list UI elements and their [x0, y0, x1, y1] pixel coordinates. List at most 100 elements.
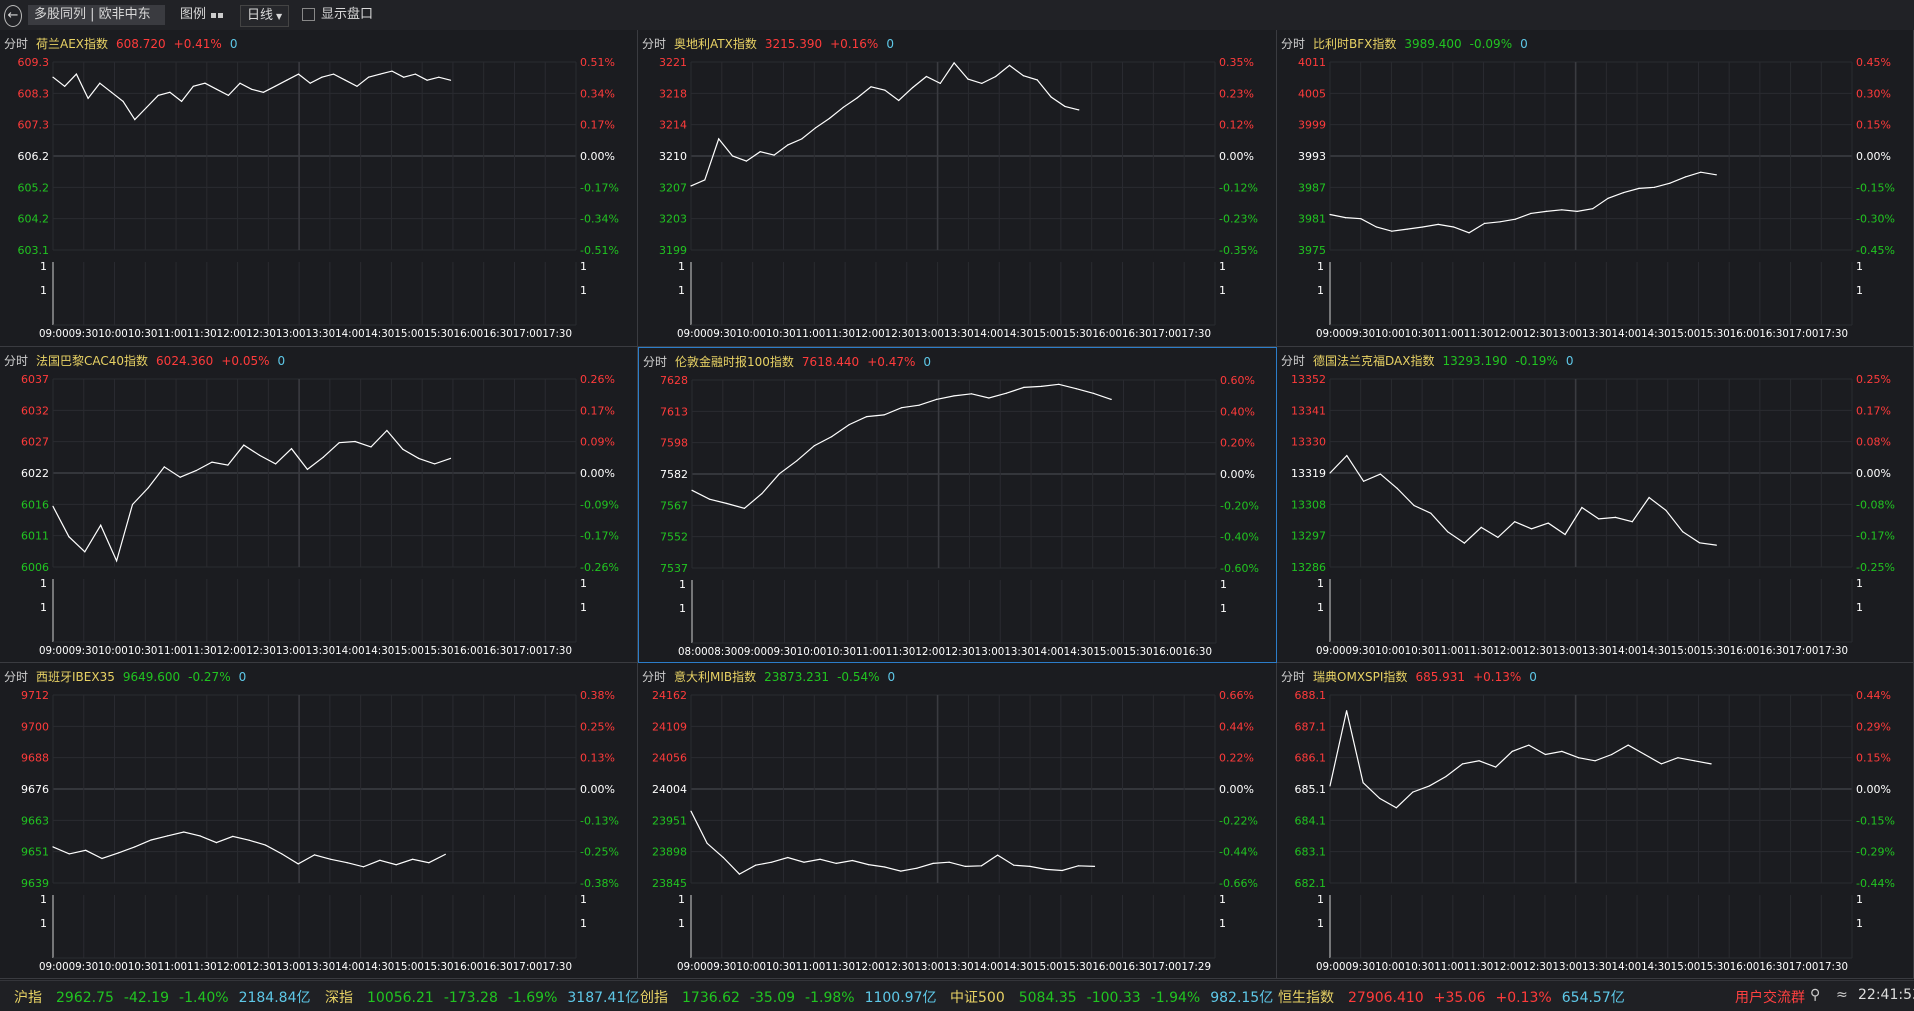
price-point — [1022, 75, 1024, 77]
y-tick-right: 0.34% — [580, 87, 615, 100]
price-point — [1461, 763, 1464, 765]
price-point — [1344, 217, 1347, 219]
y-tick-right: -0.38% — [580, 877, 619, 890]
vol-tick-left: 1 — [1317, 917, 1324, 930]
show-panel-checkbox[interactable]: 显示盘口 — [302, 5, 373, 25]
price-point — [227, 464, 229, 466]
y-tick-left: 3987 — [1298, 181, 1326, 194]
chart-panel[interactable]: 分时 德国法兰克福DAX指数 13293.190 -0.19% 0 13352 13341 1… — [1277, 347, 1914, 663]
chart-grid: 分时 荷兰AEX指数 608.720 +0.41% 0 609.3 608.3 607.3 60… — [0, 30, 1914, 979]
status-index-item[interactable]: 沪指 2962.75 -42.19 -1.40% 2184.84亿 — [14, 987, 320, 1007]
price-point — [691, 489, 693, 491]
vol-tick-right: 1 — [1220, 578, 1227, 591]
y-tick-right: 0.44% — [1856, 689, 1891, 702]
price-point — [449, 79, 452, 81]
y-tick-left: 603.1 — [18, 244, 50, 257]
price-point — [395, 864, 397, 866]
price-point — [131, 503, 134, 506]
time-axis: 08:0008:3009:0009:3010:0010:3011:0011:30… — [678, 645, 1212, 658]
status-change: -173.28 — [443, 990, 498, 1006]
status-price: 2962.75 — [56, 990, 114, 1006]
price-point — [87, 97, 89, 99]
price-point — [755, 864, 757, 866]
y-tick-left: 9700 — [21, 720, 49, 733]
price-point — [330, 858, 332, 860]
time-axis: 09:0009:3010:0010:3011:0011:3012:0012:30… — [677, 960, 1211, 973]
price-point — [239, 82, 241, 84]
price-point — [85, 849, 87, 851]
search-icon[interactable]: ⚲ — [1810, 987, 1820, 1003]
status-price: 5084.35 — [1018, 990, 1077, 1006]
price-point — [434, 463, 436, 465]
vol-tick-right: 1 — [1219, 260, 1226, 273]
price-point — [1592, 208, 1594, 210]
price-point — [215, 842, 217, 844]
price-point — [690, 810, 692, 812]
vol-tick-right: 1 — [580, 893, 587, 906]
price-point — [1463, 542, 1465, 544]
price-point — [84, 551, 86, 553]
vol-tick-right: 1 — [1856, 601, 1863, 614]
price-point — [995, 75, 997, 78]
y-tick-left: 3975 — [1298, 244, 1326, 257]
y-tick-right: 0.60% — [1220, 374, 1255, 387]
price-point — [1614, 516, 1617, 518]
price-point — [444, 853, 446, 855]
price-point — [1698, 542, 1701, 544]
y-tick-left: 3221 — [659, 56, 687, 69]
price-point — [1379, 797, 1381, 799]
status-index-name: 沪指 — [14, 990, 42, 1006]
price-point — [851, 859, 853, 862]
chart-panel[interactable]: 分时 法国巴黎CAC40指数 6024.360 +0.05% 0 6037 6032 6027… — [0, 347, 638, 663]
price-point — [856, 97, 858, 99]
price-point — [181, 100, 183, 102]
vol-tick-right: 1 — [1219, 284, 1226, 297]
price-point — [251, 88, 253, 90]
vol-tick-right: 1 — [580, 917, 587, 930]
price-point — [1607, 197, 1609, 199]
price-point — [1395, 807, 1397, 809]
vol-tick-left: 1 — [678, 260, 685, 273]
price-point — [1545, 210, 1547, 212]
status-index-item[interactable]: 中证500 5084.35 -100.33 -1.94% 982.15亿 — [950, 987, 1283, 1007]
price-point — [243, 444, 245, 446]
group-tab[interactable]: 多股同列 | 欧非中东 — [28, 5, 165, 25]
chart-panel[interactable]: 分时 奥地利ATX指数 3215.390 +0.16% 0 3221 3218 3214 321… — [638, 30, 1277, 347]
chart-panel[interactable]: 分时 意大利MIB指数 23873.231 -0.54% 0 24162 24109 2405… — [638, 663, 1277, 979]
y-tick-left: 7582 — [660, 468, 688, 481]
chart-panel[interactable]: 分时 瑞典OMXSPI指数 685.931 +0.13% 0 688.1 687.1 686.… — [1277, 663, 1914, 979]
status-price: 10056.21 — [367, 990, 434, 1006]
y-tick-right: 0.08% — [1856, 436, 1891, 449]
y-tick-left: 605.2 — [18, 181, 50, 194]
price-point — [1078, 109, 1080, 111]
price-point — [690, 185, 692, 187]
y-tick-left: 13286 — [1291, 561, 1326, 574]
price-point — [1362, 782, 1364, 784]
status-index-item[interactable]: 恒生指数 27906.410 +35.06 +0.13% 654.57亿 — [1278, 987, 1635, 1007]
status-index-item[interactable]: 创指 1736.62 -35.09 -1.98% 1100.97亿 — [640, 987, 946, 1007]
price-point — [787, 144, 789, 146]
vol-tick-left: 1 — [40, 601, 47, 614]
status-index-item[interactable]: 深指 10056.21 -173.28 -1.69% 3187.41亿 — [325, 987, 649, 1007]
y-tick-right: -0.35% — [1219, 244, 1258, 257]
y-tick-left: 23951 — [652, 814, 687, 827]
status-pct: -1.69% — [507, 990, 558, 1006]
y-tick-right: -0.40% — [1220, 531, 1259, 544]
time-axis: 09:0009:3010:0010:3011:0011:3012:0012:30… — [1316, 327, 1848, 340]
price-point — [1428, 785, 1430, 787]
community-link[interactable]: 用户交流群 — [1735, 987, 1805, 1007]
chart-panel[interactable]: 分时 伦敦金融时报100指数 7618.440 +0.47% 0 7628 7613 7598… — [638, 347, 1277, 663]
grid-icon — [210, 7, 224, 22]
legend-button[interactable]: 图例 — [180, 5, 224, 25]
chart-panel[interactable]: 分时 荷兰AEX指数 608.720 +0.41% 0 609.3 608.3 607.3 60… — [0, 30, 638, 347]
chart-panel[interactable]: 分时 西班牙IBEX35 9649.600 -0.27% 0 9712 9700 9688 96… — [0, 663, 638, 979]
price-point — [368, 76, 370, 78]
back-circle-arrow-icon[interactable]: ← — [4, 5, 22, 27]
chart-panel[interactable]: 分时 比利时BFX指数 3989.400 -0.09% 0 4011 4005 3999 399… — [1277, 30, 1914, 347]
y-tick-right: 0.20% — [1220, 437, 1255, 450]
y-tick-right: 0.00% — [1856, 783, 1891, 796]
price-point — [1530, 528, 1533, 530]
period-select[interactable]: 日线 ▼ — [240, 5, 290, 27]
price-point — [356, 85, 358, 87]
price-point — [379, 73, 381, 75]
